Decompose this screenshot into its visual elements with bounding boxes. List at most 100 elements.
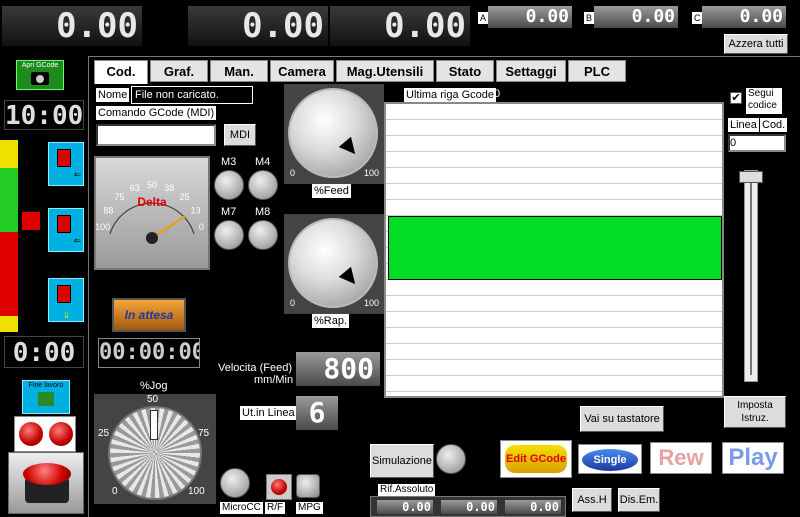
- tab-stato[interactable]: Stato: [436, 60, 494, 82]
- dro-x-display: 0.00: [2, 6, 142, 46]
- play-label: Play: [728, 444, 778, 471]
- tab-graf[interactable]: Graf.: [150, 60, 208, 82]
- axis-b-label: B: [584, 12, 595, 24]
- gcode-listing[interactable]: [384, 102, 724, 398]
- tool-in-line-display: 6: [296, 396, 338, 430]
- tab-plc[interactable]: PLC: [568, 60, 626, 82]
- camera-icon: [31, 72, 49, 85]
- signal-yellow-bottom: [0, 316, 18, 332]
- m8-button[interactable]: [248, 220, 278, 250]
- counter-display: 0:00: [4, 336, 84, 368]
- current-line-highlight: [388, 216, 722, 280]
- line-slider-thumb[interactable]: [739, 171, 763, 183]
- m3-button[interactable]: [214, 170, 244, 200]
- feed-knob[interactable]: [288, 88, 378, 178]
- rapid-min: 0: [290, 298, 296, 308]
- jog-tick-0: 0: [112, 486, 118, 497]
- gauge-tick-label: 13: [191, 206, 201, 216]
- tab-cod[interactable]: Cod.: [94, 60, 148, 84]
- tool-in-line-label: Ut.in Linea: [240, 406, 297, 420]
- gauge-tick-label: 63: [130, 183, 140, 193]
- jog-tick-25: 25: [98, 428, 110, 439]
- code-line-row[interactable]: [386, 376, 722, 392]
- open-gcode-button[interactable]: Apri GCode: [16, 60, 64, 90]
- gauge-tick-label: 38: [164, 183, 174, 193]
- home-z-button[interactable]: ⇓: [48, 278, 84, 322]
- mpg-button[interactable]: [296, 474, 320, 498]
- mdi-button[interactable]: MDI: [224, 124, 256, 146]
- tab-man[interactable]: Man.: [210, 60, 268, 82]
- gauge-brand: Delta: [137, 195, 167, 209]
- code-line-row[interactable]: [386, 344, 722, 360]
- code-line-row[interactable]: [386, 280, 722, 296]
- simulation-toggle[interactable]: [436, 444, 466, 474]
- mdi-input[interactable]: [96, 124, 216, 146]
- tab-mag-utensili[interactable]: Mag.Utensili: [336, 60, 434, 82]
- gauge-tick-label: 100: [96, 222, 110, 232]
- home-y-button[interactable]: ⇐: [48, 208, 84, 252]
- rapid-knob[interactable]: [288, 218, 378, 308]
- m4-button[interactable]: [248, 170, 278, 200]
- rewind-button[interactable]: Rew: [650, 442, 712, 474]
- abs-x-display: 0.00: [377, 500, 433, 514]
- ass-h-button[interactable]: Ass.H: [572, 488, 612, 512]
- rapid-label: %Rap.: [312, 314, 350, 328]
- file-name-field: File non caricato.: [131, 86, 253, 104]
- gauge-face: Delta 0 1325 38 50 63 7588 100: [95, 180, 204, 244]
- simulation-button[interactable]: Simulazione: [370, 444, 434, 478]
- edit-gcode-button[interactable]: Edit GCode: [500, 440, 572, 478]
- reset-all-button[interactable]: Azzera tutti: [724, 34, 788, 54]
- code-line-row[interactable]: [386, 200, 722, 216]
- m4-label: M4: [255, 156, 271, 168]
- abs-y-display: 0.00: [441, 500, 497, 514]
- code-line-row[interactable]: [386, 184, 722, 200]
- mpg-label: MPG: [296, 502, 323, 514]
- last-line-label: Ultima riga Gcode: [404, 88, 497, 102]
- house-icon: [38, 392, 54, 406]
- home-x-button[interactable]: ⇐: [48, 142, 84, 186]
- velocity-display: 800: [296, 352, 380, 386]
- rapid-max: 100: [364, 298, 380, 308]
- tab-camera[interactable]: Camera: [270, 60, 334, 82]
- limit-indicator: [22, 212, 40, 230]
- code-line-row[interactable]: [386, 104, 722, 120]
- code-line-row[interactable]: [386, 296, 722, 312]
- estop-mushroom-icon: [23, 463, 71, 485]
- code-label: Cod.: [760, 118, 788, 132]
- rf-button[interactable]: [266, 474, 292, 500]
- stop-lamps: [14, 416, 76, 452]
- velocity-label: Velocita (Feed): [218, 362, 292, 374]
- m7-button[interactable]: [214, 220, 244, 250]
- rewind-label: Rew: [658, 445, 704, 470]
- code-line-row[interactable]: [386, 360, 722, 376]
- micro-cc-button[interactable]: [220, 468, 250, 498]
- code-line-row[interactable]: [386, 120, 722, 136]
- single-button[interactable]: Single: [578, 444, 642, 474]
- jog-knob-panel: 50 25 75 0 100: [94, 394, 216, 504]
- signal-yellow-top: [0, 140, 18, 168]
- code-line-row[interactable]: [386, 136, 722, 152]
- m7-label: M7: [221, 206, 237, 218]
- code-line-row[interactable]: [386, 328, 722, 344]
- dis-em-button[interactable]: Dis.Em.: [618, 488, 660, 512]
- line-slider-track[interactable]: [739, 170, 763, 382]
- signal-green: [0, 168, 18, 232]
- follow-code-checkbox[interactable]: ✔: [730, 92, 742, 104]
- red-lamp-left: [19, 422, 43, 446]
- emergency-stop-button[interactable]: [8, 452, 84, 514]
- probe-button[interactable]: Vai su tastatore: [580, 406, 664, 432]
- axis-b-display: 0.00: [594, 6, 678, 28]
- play-button[interactable]: Play: [722, 442, 784, 474]
- axis-a-label: A: [478, 12, 489, 24]
- code-line-row[interactable]: [386, 168, 722, 184]
- set-instruction-button[interactable]: Imposta Istruz.: [724, 396, 786, 428]
- mdi-label: Comando GCode (MDI): [96, 106, 217, 120]
- line-input[interactable]: [728, 134, 786, 152]
- line-label: Linea: [728, 118, 759, 132]
- code-line-row[interactable]: [386, 152, 722, 168]
- gauge-tick-label: 75: [114, 192, 124, 202]
- tab-settaggi[interactable]: Settaggi: [496, 60, 566, 82]
- end-work-button[interactable]: Fine lavoro: [22, 380, 70, 414]
- code-line-row[interactable]: [386, 312, 722, 328]
- open-gcode-label: Apri GCode: [21, 62, 59, 69]
